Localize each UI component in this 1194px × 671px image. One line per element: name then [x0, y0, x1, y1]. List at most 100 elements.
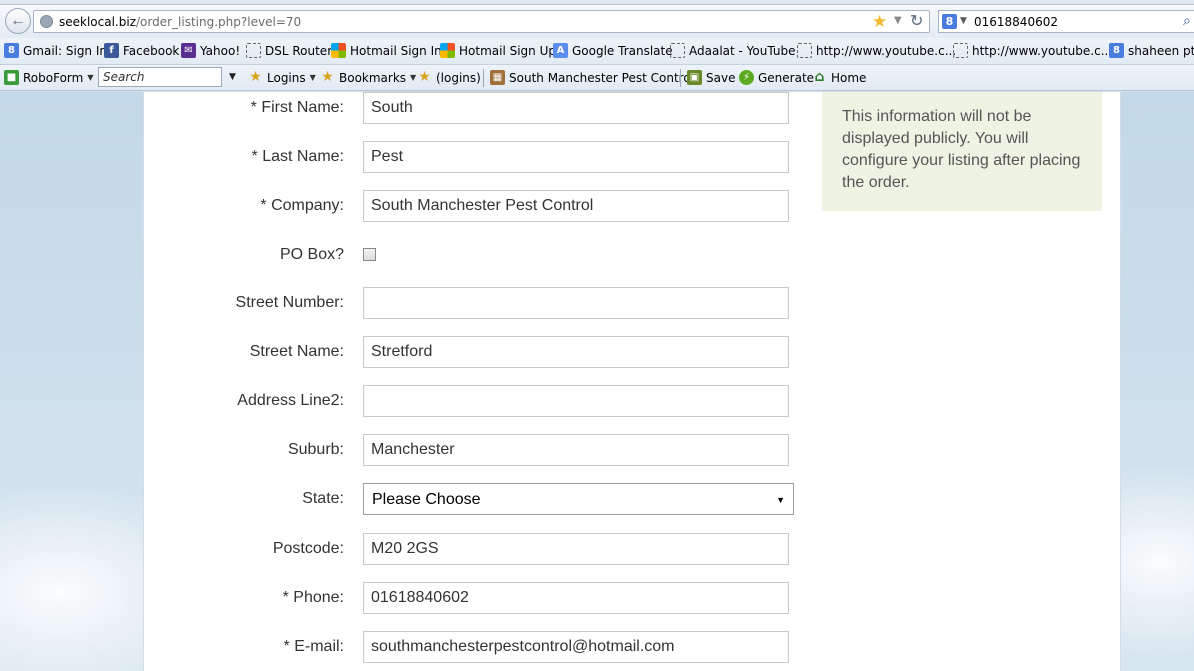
bookmark-youtube-2[interactable]: http://www.youtube.c...: [953, 43, 1112, 58]
roboform-toolbar: ■ RoboForm ▼ Search ▼ ★ Logins ▼ ★ Bookmarks ▼…: [0, 65, 1194, 91]
logins-icon: ★: [249, 69, 262, 85]
chevron-down-icon: ▼: [776, 495, 785, 505]
address-line2-label: Address Line2:: [237, 392, 344, 409]
company-field[interactable]: South Manchester Pest Control: [363, 190, 789, 222]
mail-icon: ✉: [181, 43, 196, 58]
postcode-label: Postcode:: [272, 540, 344, 557]
logins-menu[interactable]: ★ Logins ▼: [248, 70, 316, 85]
suburb-row: Suburb: Manchester: [144, 434, 804, 466]
logins-icon: ★: [418, 69, 431, 85]
bookmark-gmail[interactable]: 8 Gmail: Sign In: [4, 43, 107, 58]
bookmarks-icon: ★: [321, 69, 334, 85]
bookmark-dsl-router[interactable]: DSL Router: [246, 43, 332, 58]
generate-icon: ⚡: [739, 70, 754, 85]
bookmarks-menu[interactable]: ★ Bookmarks ▼: [320, 70, 416, 85]
email-field[interactable]: southmanchesterpestcontrol@hotmail.com: [363, 631, 789, 663]
windows-icon: [331, 43, 346, 58]
postcode-field[interactable]: M20 2GS: [363, 533, 789, 565]
search-icon[interactable]: ⌕: [1183, 13, 1191, 29]
chevron-down-icon: ▼: [87, 73, 94, 82]
street-number-field[interactable]: [363, 287, 789, 319]
bookmark-hotmail-signup[interactable]: Hotmail Sign Up: [440, 43, 556, 58]
home-button[interactable]: ⌂ Home: [812, 70, 866, 85]
passcard-south-manchester[interactable]: ▦ South Manchester Pest Control: [490, 70, 694, 85]
state-select[interactable]: Please Choose ▼: [363, 483, 794, 515]
first-name-label: * First Name:: [250, 99, 344, 116]
url-text: seeklocal.biz/order_listing.php?level=70: [59, 15, 302, 29]
address-line2-field[interactable]: [363, 385, 789, 417]
street-name-label: Street Name:: [249, 343, 344, 360]
page-icon: [953, 43, 968, 58]
suburb-label: Suburb:: [287, 441, 344, 458]
state-selected-value: Please Choose: [372, 491, 481, 508]
street-number-label: Street Number:: [235, 294, 344, 311]
bookmark-facebook[interactable]: f Facebook: [104, 43, 179, 58]
facebook-icon: f: [104, 43, 119, 58]
reload-icon[interactable]: ↻: [910, 11, 923, 30]
roboform-icon: ■: [4, 70, 19, 85]
save-button[interactable]: ▣ Save: [687, 70, 735, 85]
chevron-down-icon: ▼: [309, 73, 316, 82]
logins-shortcut[interactable]: ★ (logins): [417, 70, 481, 85]
home-icon: ⌂: [814, 69, 825, 85]
generate-button[interactable]: ⚡ Generate: [739, 70, 814, 85]
company-label: * Company:: [260, 197, 344, 214]
bookmark-hotmail-signin[interactable]: Hotmail Sign In: [331, 43, 442, 58]
first-name-field[interactable]: South: [363, 92, 789, 124]
roboform-menu[interactable]: ■ RoboForm ▼: [4, 70, 93, 85]
translate-icon: A: [553, 43, 568, 58]
bookmark-google-translate[interactable]: A Google Translate: [553, 43, 673, 58]
po-box-checkbox[interactable]: [363, 248, 376, 261]
roboform-search-input[interactable]: Search: [98, 67, 222, 87]
order-listing-form: * First Name: South * Last Name: Pest * …: [143, 92, 1121, 671]
history-dropdown-icon[interactable]: ▼: [894, 15, 902, 26]
suburb-field[interactable]: Manchester: [363, 434, 789, 466]
google-icon: 8: [1109, 43, 1124, 58]
po-box-row: PO Box?: [144, 239, 804, 271]
last-name-label: * Last Name:: [251, 148, 344, 165]
street-name-row: Street Name: Stretford: [144, 336, 804, 368]
back-arrow-icon: ←: [10, 12, 26, 29]
bookmark-star-icon[interactable]: ★: [872, 12, 887, 32]
state-row: State: Please Choose ▼: [144, 483, 804, 515]
search-bar[interactable]: 8 ▼ 01618840602 ⌕: [938, 10, 1194, 33]
email-label: * E-mail:: [283, 638, 344, 655]
first-name-row: * First Name: South: [144, 92, 804, 124]
globe-icon: [40, 15, 53, 28]
google-icon: 8: [4, 43, 19, 58]
toolbar-separator: [680, 69, 681, 87]
phone-row: * Phone: 01618840602: [144, 582, 804, 614]
info-notice: This information will not be displayed p…: [822, 92, 1102, 211]
address-bar[interactable]: seeklocal.biz/order_listing.php?level=70…: [33, 10, 930, 33]
last-name-field[interactable]: Pest: [363, 141, 789, 173]
bookmark-adaalat-youtube[interactable]: Adaalat - YouTube: [670, 43, 795, 58]
phone-label: * Phone:: [282, 589, 344, 606]
search-engine-dropdown-icon[interactable]: ▼: [960, 16, 967, 26]
po-box-label: PO Box?: [279, 246, 344, 263]
street-name-field[interactable]: Stretford: [363, 336, 789, 368]
chevron-down-icon: ▼: [410, 73, 417, 82]
last-name-row: * Last Name: Pest: [144, 141, 804, 173]
state-label: State:: [302, 490, 344, 507]
bookmark-yahoo[interactable]: ✉ Yahoo!: [181, 43, 240, 58]
navigation-bar: ← seeklocal.biz/order_listing.php?level=…: [0, 5, 1194, 38]
bookmarks-toolbar: 8 Gmail: Sign In f Facebook ✉ Yahoo! DSL Ro…: [0, 38, 1194, 65]
back-button[interactable]: ←: [5, 8, 31, 34]
save-icon: ▣: [687, 70, 702, 85]
street-number-row: Street Number:: [144, 287, 804, 319]
windows-icon: [440, 43, 455, 58]
phone-field[interactable]: 01618840602: [363, 582, 789, 614]
search-query[interactable]: 01618840602: [974, 15, 1058, 29]
google-search-icon[interactable]: 8: [942, 14, 957, 29]
toolbar-separator: [483, 69, 484, 87]
address-line2-row: Address Line2:: [144, 385, 804, 417]
search-dropdown-icon[interactable]: ▼: [229, 72, 236, 82]
bookmark-youtube-1[interactable]: http://www.youtube.c...: [797, 43, 956, 58]
passcard-icon: ▦: [490, 70, 505, 85]
page-icon: [797, 43, 812, 58]
email-row: * E-mail: southmanchesterpestcontrol@hot…: [144, 631, 804, 663]
postcode-row: Postcode: M20 2GS: [144, 533, 804, 565]
bookmark-shaheen-ptv[interactable]: 8shaheen ptv: [1109, 43, 1194, 58]
page-icon: [246, 43, 261, 58]
company-row: * Company: South Manchester Pest Control: [144, 190, 804, 222]
